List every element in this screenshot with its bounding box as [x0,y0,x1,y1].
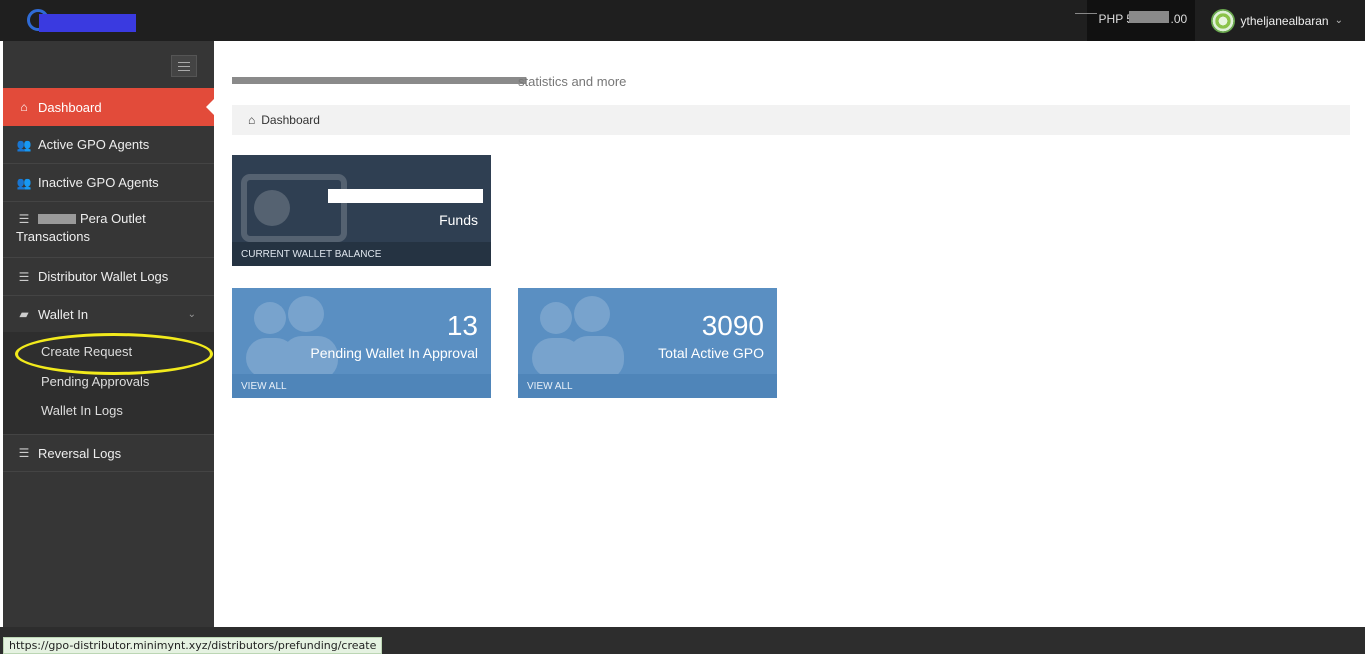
sidebar-item-label: Pera Outlet [80,211,146,226]
title-redacted [232,77,526,84]
avatar [1210,8,1235,33]
view-all-link[interactable]: VIEW ALL [232,374,491,398]
sidebar-item-dashboard[interactable]: ⌂ Dashboard [3,88,214,126]
sidebar-item-inactive-gpo-agents[interactable]: 👥 Inactive GPO Agents [3,164,214,202]
home-icon: ⌂ [20,100,28,114]
truck-icon: ▰ [19,307,29,321]
top-navbar: PHP 5 .00 ytheljanealbaran ⌄ [0,0,1365,41]
sidebar-item-active-gpo-agents[interactable]: 👥 Active GPO Agents [3,126,214,164]
tile-label: Total Active GPO [658,345,764,361]
submenu-pending-approvals[interactable]: Pending Approvals [41,374,149,389]
chevron-down-icon: ⌄ [187,308,196,320]
active-indicator [206,99,214,115]
divider [1074,13,1097,14]
funds-value-redacted [328,189,483,203]
users-icon [246,296,338,380]
sidebar-item-label: Inactive GPO Agents [38,175,159,190]
submenu-wallet-in-logs[interactable]: Wallet In Logs [41,403,123,418]
sidebar-toggle-button[interactable] [171,55,197,77]
balance-redacted [1128,11,1169,23]
username: ytheljanealbaran [1240,13,1329,28]
active-gpo-tile[interactable]: 3090 Total Active GPO VIEW ALL [518,288,777,398]
breadcrumb: ⌂ Dashboard [232,105,1350,135]
sidebar: ⌂ Dashboard 👥 Active GPO Agents 👥 Inacti… [3,41,214,627]
sidebar-item-label-line2: Transactions [16,229,90,244]
view-all-link[interactable]: VIEW ALL [518,374,777,398]
home-icon: ⌂ [248,113,256,127]
list-icon: ☰ [18,211,30,226]
tile-label: Pending Wallet In Approval [310,345,478,361]
tile-label: Funds [439,212,478,228]
status-url: https://gpo-distributor.minimynt.xyz/dis… [3,637,383,654]
tile-value: 13 [446,310,478,341]
sidebar-item-distributor-wallet-logs[interactable]: ☰ Distributor Wallet Logs [3,258,214,296]
sidebar-item-label: Wallet In [38,306,89,322]
users-icon [532,296,624,380]
sidebar-item-reversal-logs[interactable]: ☰ Reversal Logs [3,434,214,472]
list-icon: ☰ [18,269,30,284]
sidebar-item-wallet-in[interactable]: ▰ Wallet In ⌄ [3,296,214,332]
sidebar-item-label: Active GPO Agents [38,137,150,152]
tile-footer: CURRENT WALLET BALANCE [232,242,491,266]
sidebar-item-label: Reversal Logs [38,445,122,461]
breadcrumb-item[interactable]: Dashboard [261,113,320,127]
chevron-down-icon: ⌄ [1334,15,1343,26]
tile-value: 3090 [701,310,764,341]
wallet-balance-tile: Funds CURRENT WALLET BALANCE [232,155,491,266]
main-content: statistics and more ⌂ Dashboard Funds CU… [214,41,1365,627]
top-balance: PHP 5 .00 [1074,0,1195,41]
money-icon [241,174,347,242]
redacted-text [38,213,76,224]
balance-suffix: .00 [1170,12,1188,26]
page-subtitle: statistics and more [518,74,627,89]
list-icon: ☰ [18,446,30,460]
app-logo[interactable] [27,9,139,33]
sidebar-item-label: Dashboard [38,99,102,115]
sidebar-item-pera-outlet-transactions[interactable]: ☰ Pera Outlet Transactions [3,202,214,258]
highlight-annotation [15,333,213,375]
users-icon: 👥 [16,175,32,190]
user-menu[interactable]: ytheljanealbaran ⌄ [1194,0,1365,41]
pending-approval-tile[interactable]: 13 Pending Wallet In Approval VIEW ALL [232,288,491,398]
users-icon: 👥 [16,137,32,152]
sidebar-item-label: Distributor Wallet Logs [38,269,169,284]
logo-redacted [39,14,136,32]
